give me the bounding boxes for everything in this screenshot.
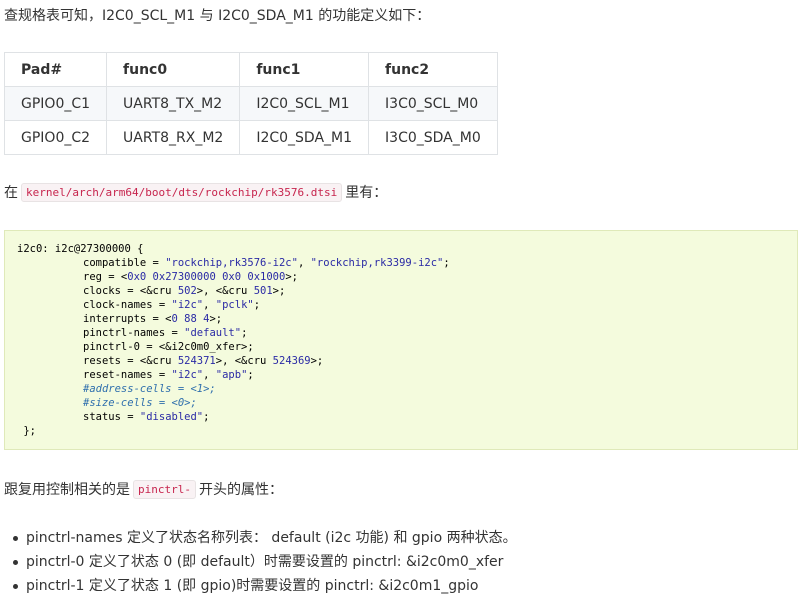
code-comment-line: #address-cells = <1>;: [83, 383, 216, 395]
table-cell: I2C0_SDA_M1: [239, 120, 370, 155]
code-line: reset-names = "i2c", "apb";: [83, 369, 254, 381]
list-item: pinctrl-0 定义了状态 0 (即 default）时需要设置的 pinc…: [4, 550, 796, 574]
code-block: i2c0: i2c@27300000 { compatible = "rockch…: [4, 230, 798, 450]
code-line: resets = <&cru 524371>, <&cru 524369>;: [83, 355, 324, 367]
table-header-cell: func0: [106, 52, 241, 87]
code-line: status = "disabled";: [83, 411, 210, 423]
list-item: pinctrl-names 定义了状态名称列表： default (i2c 功能…: [4, 526, 796, 550]
table-cell: GPIO0_C1: [3, 86, 108, 121]
code-comment-line: #size-cells = <0>;: [83, 397, 197, 409]
intro-paragraph: 查规格表可知，I2C0_SCL_M1 与 I2C0_SDA_M1 的功能定义如下…: [4, 8, 431, 24]
path-suffix: 里有：: [345, 185, 388, 201]
pinctrl-code: pinctrl-: [133, 480, 196, 499]
code-line: pinctrl-names = "default";: [83, 327, 248, 339]
table-cell: I3C0_SCL_M0: [368, 86, 498, 121]
table-row: GPIO0_C1 UART8_TX_M2 I2C0_SCL_M1 I3C0_SC…: [3, 86, 498, 121]
table-header-cell: func1: [239, 52, 370, 87]
bullet-list: pinctrl-names 定义了状态名称列表： default (i2c 功能…: [4, 526, 796, 598]
code-line: clock-names = "i2c", "pclk";: [83, 299, 261, 311]
pinctrl-suffix: 开头的属性：: [198, 482, 283, 498]
table-header-cell: func2: [368, 52, 498, 87]
path-prefix: 在: [4, 185, 18, 201]
table-cell: I2C0_SCL_M1: [239, 86, 370, 121]
pinctrl-paragraph: 跟复用控制相关的是 pinctrl- 开头的属性：: [4, 480, 283, 500]
code-line: reg = <0x0 0x27300000 0x0 0x1000>;: [83, 271, 298, 283]
code-line: };: [17, 425, 36, 437]
list-item: pinctrl-1 定义了状态 1 (即 gpio)时需要设置的 pinctrl…: [4, 574, 796, 598]
table-cell: GPIO0_C2: [3, 120, 108, 155]
table-row: GPIO0_C2 UART8_RX_M2 I2C0_SDA_M1 I3C0_SD…: [3, 120, 498, 155]
table-header-row: Pad# func0 func1 func2: [3, 52, 498, 87]
code-line: compatible = "rockchip,rk3576-i2c", "roc…: [83, 257, 450, 269]
code-line: interrupts = <0 88 4>;: [83, 313, 223, 325]
pinctrl-prefix: 跟复用控制相关的是: [4, 482, 130, 498]
code-line: i2c0: i2c@27300000 {: [17, 243, 144, 255]
table-cell: I3C0_SDA_M0: [368, 120, 498, 155]
table-header-cell: Pad#: [3, 52, 108, 87]
path-paragraph: 在 kernel/arch/arm64/boot/dts/rockchip/rk3…: [4, 183, 387, 203]
function-table: Pad# func0 func1 func2 GPIO0_C1 UART8_TX…: [3, 52, 498, 155]
table-cell: UART8_RX_M2: [106, 120, 241, 155]
file-path-code: kernel/arch/arm64/boot/dts/rockchip/rk35…: [21, 183, 343, 202]
code-line: pinctrl-0 = <&i2c0m0_xfer>;: [83, 341, 254, 353]
code-line: clocks = <&cru 502>, <&cru 501>;: [83, 285, 286, 297]
table-cell: UART8_TX_M2: [106, 86, 241, 121]
